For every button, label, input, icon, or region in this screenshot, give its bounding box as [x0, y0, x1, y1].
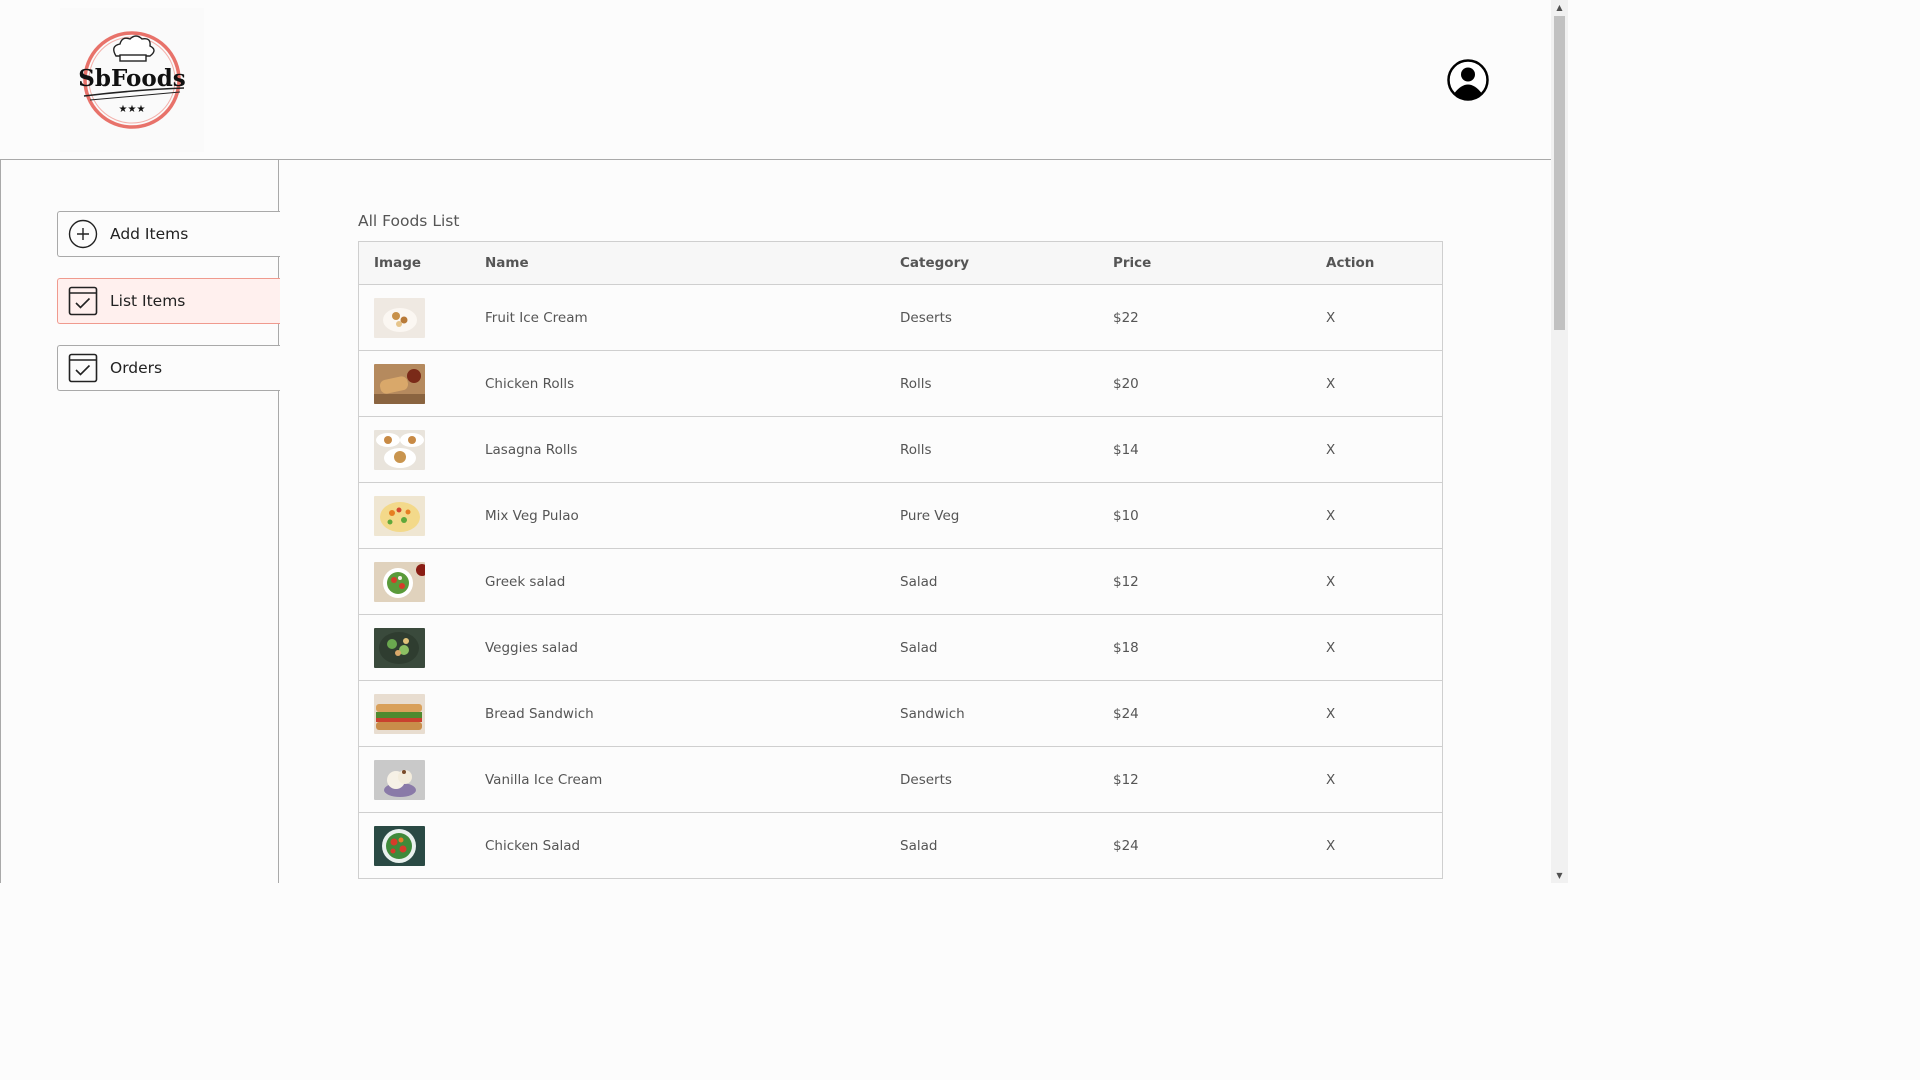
checkbox-icon: [68, 286, 98, 316]
food-category: Salad: [900, 837, 938, 854]
food-category: Salad: [900, 639, 938, 656]
sidebar-item-list-items[interactable]: List Items: [57, 278, 280, 324]
food-thumbnail: [374, 495, 425, 536]
table-header-row: Image Name Category Price Action: [359, 242, 1442, 285]
food-price: $12: [1113, 573, 1139, 590]
remove-item-button[interactable]: X: [1326, 310, 1335, 326]
column-header-name: Name: [485, 255, 529, 271]
table-row: Chicken Salad Salad $24 X: [359, 813, 1442, 879]
checkbox-icon: [68, 353, 98, 383]
column-header-image: Image: [374, 255, 422, 271]
foods-table: Image Name Category Price Action Fruit I…: [358, 241, 1443, 879]
column-header-category: Category: [900, 255, 970, 271]
food-category: Rolls: [900, 375, 932, 392]
food-name: Veggies salad: [485, 639, 578, 656]
column-header-price: Price: [1113, 255, 1152, 271]
remove-item-button[interactable]: X: [1326, 772, 1335, 788]
food-name: Mix Veg Pulao: [485, 507, 579, 524]
food-thumbnail: [374, 627, 425, 668]
food-name: Vanilla Ice Cream: [485, 771, 603, 788]
remove-item-button[interactable]: X: [1326, 838, 1335, 854]
remove-item-button[interactable]: X: [1326, 706, 1335, 722]
sidebar-item-add-items[interactable]: Add Items: [57, 211, 280, 257]
food-category: Deserts: [900, 771, 952, 788]
scroll-up-arrow-icon[interactable]: ▲: [1551, 0, 1568, 15]
food-name: Chicken Salad: [485, 837, 581, 854]
top-navbar: SbFoods ★★★: [0, 0, 1551, 160]
page-scrollbar[interactable]: ▲ ▼: [1551, 0, 1568, 883]
plus-circle-icon: [68, 219, 98, 249]
column-header-action: Action: [1326, 255, 1375, 271]
food-thumbnail: [374, 363, 425, 404]
sidebar-item-label: Add Items: [110, 225, 189, 243]
food-name: Lasagna Rolls: [485, 441, 578, 458]
table-row: Mix Veg Pulao Pure Veg $10 X: [359, 483, 1442, 549]
food-name: Bread Sandwich: [485, 705, 594, 722]
sidebar-item-label: Orders: [110, 359, 163, 377]
food-thumbnail: [374, 429, 425, 470]
user-profile-icon[interactable]: [1447, 59, 1489, 101]
chef-hat-logo-icon: SbFoods ★★★: [78, 31, 186, 129]
food-price: $24: [1113, 837, 1139, 854]
table-row: Bread Sandwich Sandwich $24 X: [359, 681, 1442, 747]
table-row: Lasagna Rolls Rolls $14 X: [359, 417, 1442, 483]
food-thumbnail: [374, 825, 425, 866]
table-row: Chicken Rolls Rolls $20 X: [359, 351, 1442, 417]
table-row: Vanilla Ice Cream Deserts $12 X: [359, 747, 1442, 813]
food-category: Rolls: [900, 441, 932, 458]
sidebar: Add Items List Items Orders: [0, 160, 280, 883]
food-category: Deserts: [900, 309, 952, 326]
svg-text:★★★: ★★★: [119, 104, 146, 115]
food-price: $12: [1113, 771, 1139, 788]
sidebar-item-label: List Items: [110, 292, 186, 310]
food-price: $22: [1113, 309, 1139, 326]
sbfoods-logo[interactable]: SbFoods ★★★: [60, 8, 204, 152]
food-price: $20: [1113, 375, 1139, 392]
food-category: Sandwich: [900, 705, 965, 722]
page-title: All Foods List: [358, 212, 460, 230]
remove-item-button[interactable]: X: [1326, 574, 1335, 590]
food-price: $10: [1113, 507, 1139, 524]
table-row: Veggies salad Salad $18 X: [359, 615, 1442, 681]
table-row: Greek salad Salad $12 X: [359, 549, 1442, 615]
remove-item-button[interactable]: X: [1326, 640, 1335, 656]
food-price: $24: [1113, 705, 1139, 722]
table-row: Fruit Ice Cream Deserts $22 X: [359, 285, 1442, 351]
food-thumbnail: [374, 693, 425, 734]
remove-item-button[interactable]: X: [1326, 442, 1335, 458]
scroll-down-arrow-icon[interactable]: ▼: [1551, 868, 1568, 883]
food-category: Pure Veg: [900, 507, 960, 524]
remove-item-button[interactable]: X: [1326, 508, 1335, 524]
scrollbar-thumb[interactable]: [1554, 16, 1565, 330]
food-category: Salad: [900, 573, 938, 590]
food-thumbnail: [374, 561, 425, 602]
food-price: $18: [1113, 639, 1139, 656]
food-name: Fruit Ice Cream: [485, 309, 588, 326]
food-price: $14: [1113, 441, 1139, 458]
food-name: Greek salad: [485, 573, 566, 590]
food-name: Chicken Rolls: [485, 375, 575, 392]
sidebar-item-orders[interactable]: Orders: [57, 345, 280, 391]
food-thumbnail: [374, 759, 425, 800]
food-thumbnail: [374, 297, 425, 338]
remove-item-button[interactable]: X: [1326, 376, 1335, 392]
